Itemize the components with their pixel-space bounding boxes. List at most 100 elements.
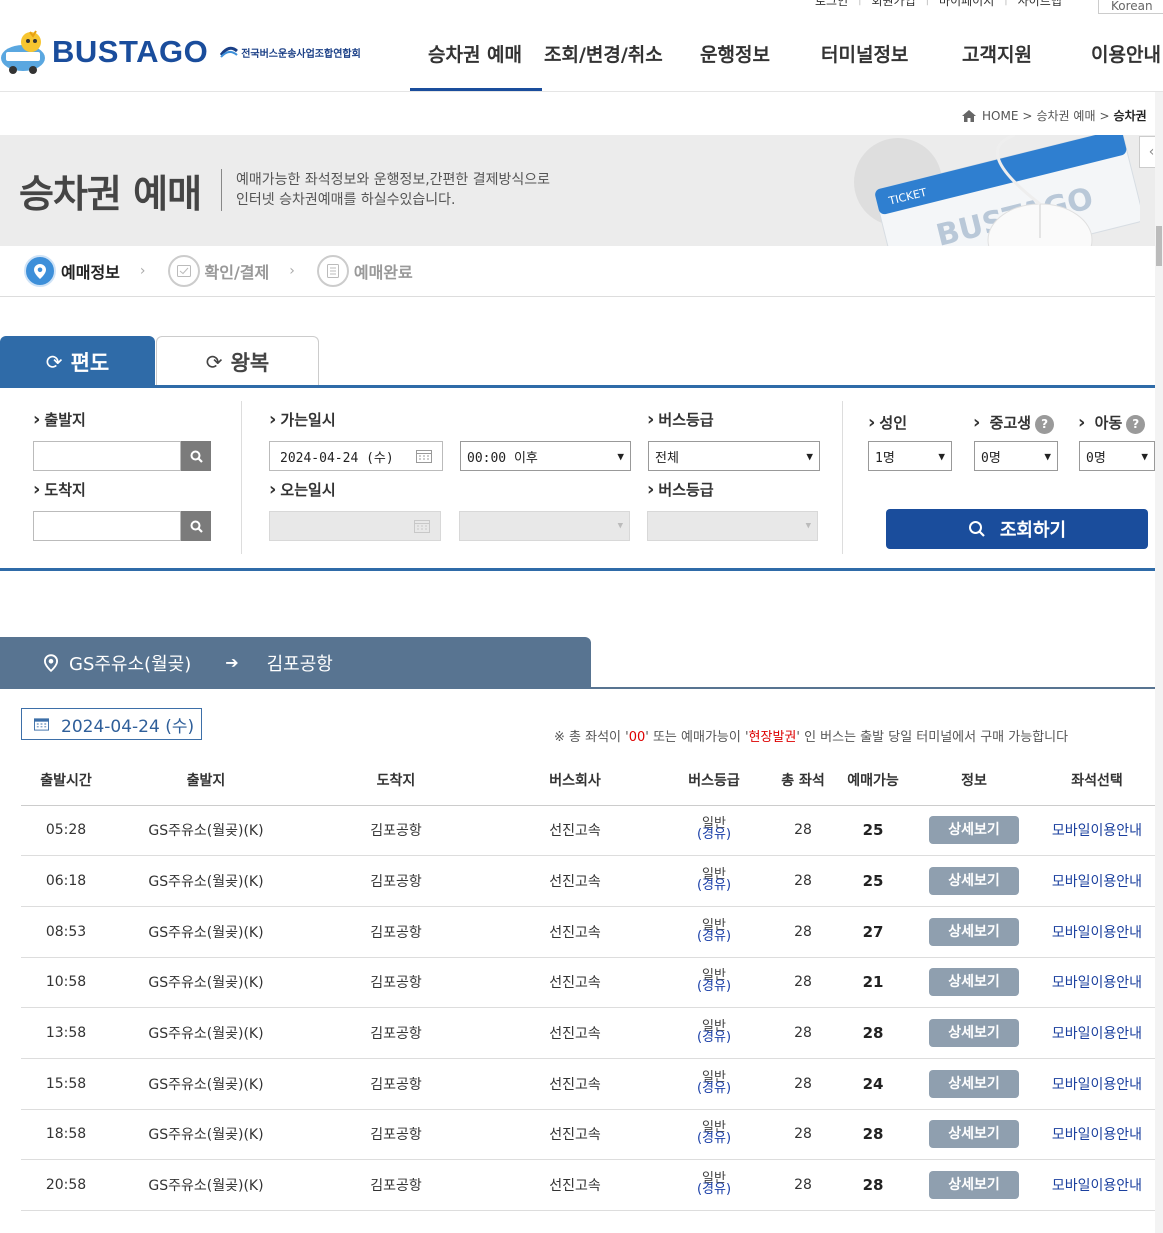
detail-button[interactable]: 상세보기 xyxy=(929,1171,1019,1200)
detail-button[interactable]: 상세보기 xyxy=(929,1120,1019,1149)
association-logo: 전국버스운송사업조합연합회 xyxy=(220,45,361,60)
notice-part: ' 인 버스는 출발 당일 터미널에서 구매 가능합니다 xyxy=(796,730,1069,745)
notice-part: ※ 총 좌석이 ' xyxy=(554,730,629,745)
search-icon xyxy=(190,450,203,463)
detail-button[interactable]: 상세보기 xyxy=(929,1069,1019,1098)
cell-total-seats: 28 xyxy=(769,855,837,907)
join-link[interactable]: 회원가입 xyxy=(872,0,916,9)
mobile-guide-link[interactable]: 모바일이용안내 xyxy=(1052,1026,1142,1042)
cell-destination: 김포공항 xyxy=(301,855,491,907)
cell-available-seats: 28 xyxy=(837,1159,909,1211)
step-complete: 예매완료 xyxy=(316,255,413,287)
detail-button[interactable]: 상세보기 xyxy=(929,867,1019,896)
chevron-down-icon: ▼ xyxy=(617,449,624,463)
arrive-input[interactable] xyxy=(33,511,181,541)
cell-seat-select: 모바일이용안내 xyxy=(1039,805,1155,857)
cell-origin: GS주유소(월곶)(K) xyxy=(111,1007,301,1059)
calendar-icon[interactable] xyxy=(416,449,432,463)
depart-search-button[interactable] xyxy=(181,441,211,471)
grade-label: 버스등급 xyxy=(647,409,713,430)
grade-text: 일반 (경유) xyxy=(697,969,731,993)
location-pin-icon xyxy=(24,255,56,287)
cell-total-seats: 28 xyxy=(769,1109,837,1161)
cell-available-seats: 21 xyxy=(837,957,909,1009)
go-time-select[interactable]: 00:00 이후 ▼ xyxy=(460,441,631,471)
mobile-guide-link[interactable]: 모바일이용안내 xyxy=(1052,1178,1142,1194)
return-time-select: ▼ xyxy=(459,511,630,541)
help-icon[interactable]: ? xyxy=(1126,415,1146,434)
detail-button[interactable]: 상세보기 xyxy=(929,1019,1019,1048)
form-divider xyxy=(241,401,242,554)
return-date-input xyxy=(269,511,441,541)
mobile-guide-link[interactable]: 모바일이용안내 xyxy=(1052,975,1142,991)
scrollbar-thumb[interactable] xyxy=(1156,226,1162,266)
tab-oneway[interactable]: ⟳ 편도 xyxy=(0,336,155,387)
table-row: 06:18 GS주유소(월곶)(K) 김포공항 선진고속 일반 (경유) 28 25 상세보기 모… xyxy=(21,855,1155,907)
sitemap-link[interactable]: 사이트맵 xyxy=(1018,0,1062,9)
mypage-link[interactable]: 마이페이지 xyxy=(939,0,994,9)
col-seat-select: 좌석선택 xyxy=(1039,755,1155,806)
detail-button[interactable]: 상세보기 xyxy=(929,917,1019,946)
banner-description: 예매가능한 좌석정보와 운행정보,간편한 결제방식으로 인터넷 승차권예매를 하… xyxy=(236,170,550,210)
arrive-search-button[interactable] xyxy=(181,511,211,541)
depart-input[interactable] xyxy=(33,441,181,471)
language-select[interactable]: Korean xyxy=(1098,0,1163,14)
cell-info: 상세보기 xyxy=(909,805,1039,857)
cell-company: 선진고속 xyxy=(491,1109,659,1161)
tab-oneway-label: 편도 xyxy=(70,350,110,375)
cell-total-seats: 28 xyxy=(769,1159,837,1211)
go-date-input[interactable]: 2024-04-24 (수) xyxy=(269,441,443,471)
mobile-guide-link[interactable]: 모바일이용안내 xyxy=(1052,925,1142,941)
login-link[interactable]: 로그인 xyxy=(815,0,848,9)
banner-divider xyxy=(221,169,222,211)
cell-origin: GS주유소(월곶)(K) xyxy=(111,906,301,958)
nav-terminal-info[interactable]: 터미널정보 xyxy=(821,40,962,92)
nav-ticket-booking[interactable]: 승차권 예매 xyxy=(410,40,542,92)
adult-count-value: 1명 xyxy=(875,450,895,466)
cell-grade: 일반 (경유) xyxy=(659,1007,769,1059)
mobile-guide-link[interactable]: 모바일이용안내 xyxy=(1052,874,1142,890)
nav-usage-guide[interactable]: 이용안내 xyxy=(1091,40,1163,92)
step-label: 예매완료 xyxy=(353,263,413,282)
cell-info: 상세보기 xyxy=(909,957,1039,1009)
nav-operation-info[interactable]: 운행정보 xyxy=(700,40,821,92)
col-grade: 버스등급 xyxy=(659,755,769,806)
mobile-guide-link[interactable]: 모바일이용안내 xyxy=(1052,1077,1142,1093)
grade-sub: (경유) xyxy=(696,1182,732,1198)
go-date-label: 가는일시 xyxy=(269,409,335,430)
table-header-row: 출발시간 출발지 도착지 버스회사 버스등급 총 좌석 예매가능 정보 좌석선택 xyxy=(21,755,1155,806)
grade-sub: (경유) xyxy=(696,827,732,843)
mobile-guide-link[interactable]: 모바일이용안내 xyxy=(1052,823,1142,839)
col-destination: 도착지 xyxy=(301,755,491,806)
grade-select[interactable]: 전체 ▼ xyxy=(648,441,820,471)
child-count-value: 0명 xyxy=(1086,450,1106,466)
search-icon xyxy=(968,521,985,537)
cell-info: 상세보기 xyxy=(909,1109,1039,1161)
detail-button[interactable]: 상세보기 xyxy=(929,968,1019,997)
detail-button[interactable]: 상세보기 xyxy=(929,816,1019,845)
grade-text: 일반 (경유) xyxy=(697,1020,731,1044)
site-logo[interactable]: BUSTAGO 전국버스운송사업조합연합회 xyxy=(0,30,361,74)
grade-text: 일반 (경유) xyxy=(696,1172,732,1198)
cell-available-seats: 25 xyxy=(837,855,909,907)
teen-count-select[interactable]: 0명 ▼ xyxy=(974,441,1058,471)
help-icon[interactable]: ? xyxy=(1035,415,1055,434)
nav-lookup-change-cancel[interactable]: 조회/변경/취소 xyxy=(542,40,700,92)
breadcrumb-home[interactable]: HOME xyxy=(982,109,1018,123)
search-submit-button[interactable]: 조회하기 xyxy=(886,509,1148,549)
cell-destination: 김포공항 xyxy=(301,1007,491,1059)
cell-destination: 김포공항 xyxy=(301,906,491,958)
child-count-select[interactable]: 0명 ▼ xyxy=(1079,441,1155,471)
search-submit-label: 조회하기 xyxy=(999,520,1067,541)
nav-customer-support[interactable]: 고객지원 xyxy=(962,40,1091,92)
breadcrumb-section[interactable]: 승차권 예매 xyxy=(1036,107,1095,124)
grade-sub: (경유) xyxy=(696,878,732,894)
cell-info: 상세보기 xyxy=(909,855,1039,907)
cell-grade: 일반 (경유) xyxy=(659,805,769,857)
calendar-icon xyxy=(34,718,49,731)
adult-count-select[interactable]: 1명 ▼ xyxy=(868,441,952,471)
route-bar: GS주유소(월곶) ➔ 김포공항 xyxy=(0,637,591,688)
tab-roundtrip[interactable]: ⟳ 왕복 xyxy=(156,336,319,387)
cell-destination: 김포공항 xyxy=(301,805,491,857)
mobile-guide-link[interactable]: 모바일이용안내 xyxy=(1052,1127,1142,1143)
